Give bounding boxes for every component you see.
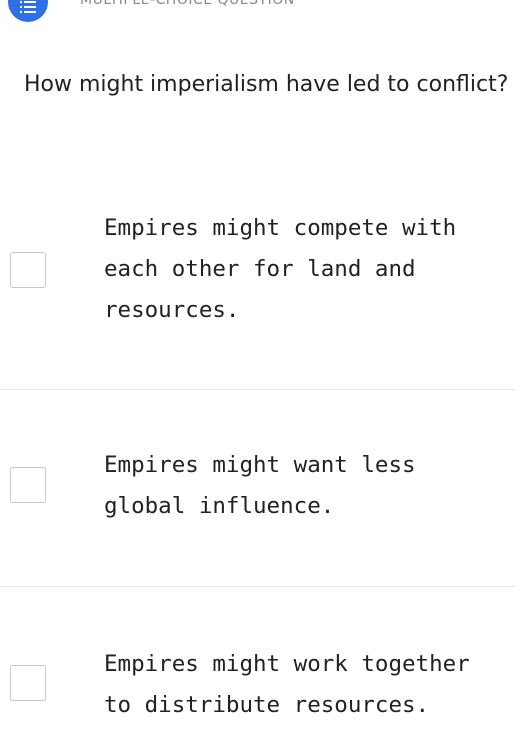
answer-option-text: Empires might compete with each other fo…	[104, 215, 457, 323]
answer-option[interactable]: Empires might work together to distribut…	[0, 588, 515, 737]
answer-option[interactable]: Empires might compete with each other fo…	[0, 196, 515, 390]
answer-checkbox[interactable]	[10, 467, 46, 503]
answer-option-text: Empires might work together to distribut…	[104, 651, 470, 718]
question-header: MULTIPLE-CHOICE QUESTION	[0, 0, 515, 24]
answer-checkbox[interactable]	[10, 665, 46, 701]
question-text: How might imperialism have led to confli…	[24, 72, 509, 97]
question-type-label: MULTIPLE-CHOICE QUESTION	[80, 0, 295, 8]
answer-checkbox[interactable]	[10, 252, 46, 288]
answer-option-text: Empires might want less global influence…	[104, 452, 416, 519]
list-icon	[20, 1, 36, 13]
question-type-badge	[8, 0, 48, 22]
answer-option[interactable]: Empires might want less global influence…	[0, 391, 515, 587]
